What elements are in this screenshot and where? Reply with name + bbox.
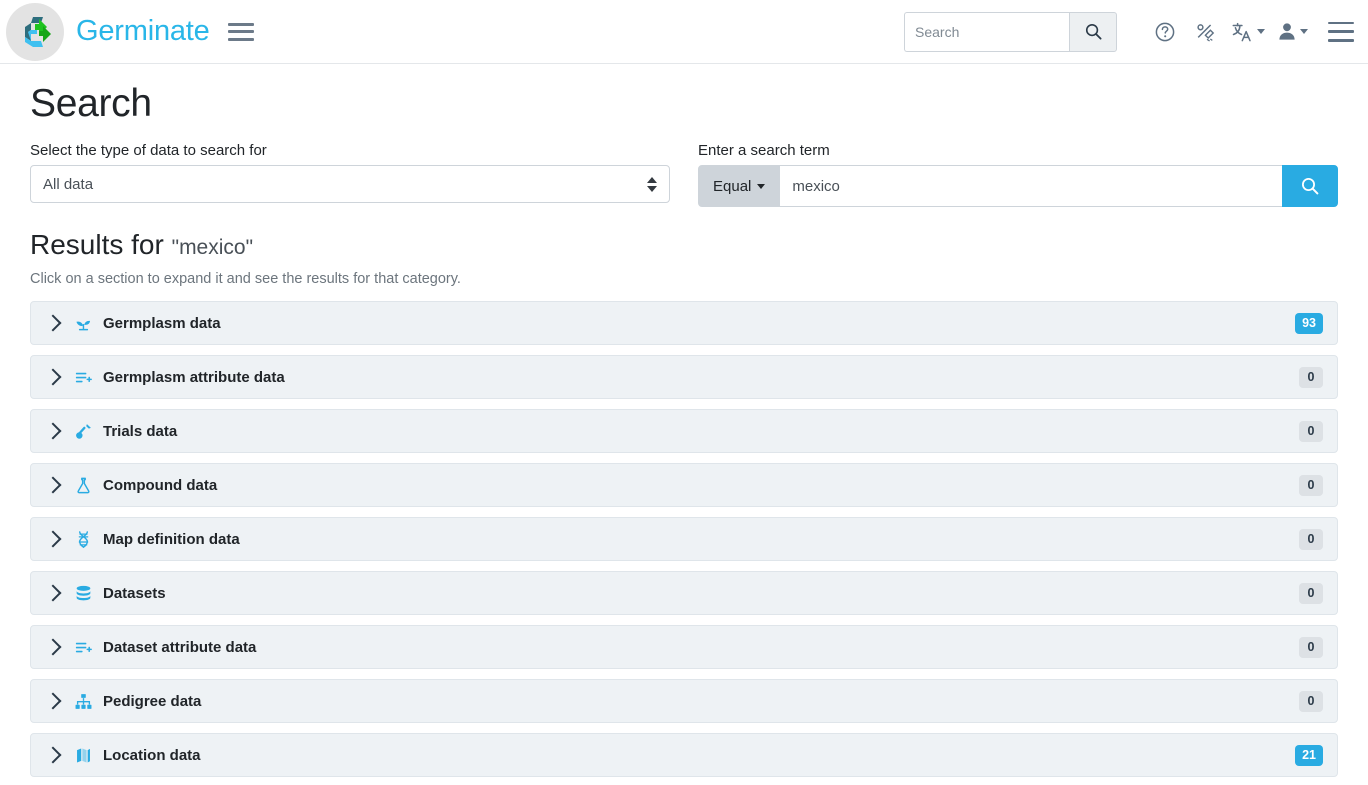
results-heading: Results for "mexico" [30, 229, 1338, 261]
results-accordion: Germplasm data 93 Germplasm attribute data… [30, 301, 1338, 777]
accordion-item[interactable]: Germplasm attribute data 0 [30, 355, 1338, 399]
accordion-item-label: Germplasm data [103, 315, 221, 332]
search-submit-button[interactable] [1282, 165, 1338, 207]
marker-icon[interactable] [1185, 12, 1225, 52]
page-title: Search [30, 82, 1338, 126]
accordion-item-label: Compound data [103, 477, 217, 494]
result-count-badge: 93 [1295, 313, 1323, 334]
seedling-icon [73, 313, 93, 333]
result-count-badge: 0 [1299, 529, 1323, 550]
results-query: "mexico" [172, 236, 253, 259]
chevron-right-icon [45, 585, 62, 602]
chevron-down-icon [1257, 29, 1265, 34]
result-count-badge: 0 [1299, 637, 1323, 658]
accordion-item[interactable]: Compound data 0 [30, 463, 1338, 507]
accordion-item[interactable]: Trials data 0 [30, 409, 1338, 453]
chevron-right-icon [45, 423, 62, 440]
comparator-value: Equal [713, 178, 751, 195]
accordion-item-label: Map definition data [103, 531, 240, 548]
brand-name: Germinate [76, 15, 210, 48]
comparator-dropdown[interactable]: Equal [698, 165, 780, 207]
accordion-item[interactable]: Map definition data 0 [30, 517, 1338, 561]
list-plus-icon [73, 637, 93, 657]
result-count-badge: 21 [1295, 745, 1323, 766]
top-navbar: Germinate [0, 0, 1368, 64]
search-term-group: Equal [698, 165, 1338, 207]
result-count-badge: 0 [1299, 475, 1323, 496]
accordion-item[interactable]: Germplasm data 93 [30, 301, 1338, 345]
data-type-value: All data [43, 176, 93, 193]
search-term-field: Enter a search term Equal [698, 142, 1338, 207]
chevron-down-icon [757, 184, 765, 189]
sidebar-toggle-icon[interactable] [228, 21, 254, 43]
shovel-icon [73, 421, 93, 441]
result-count-badge: 0 [1299, 691, 1323, 712]
accordion-item[interactable]: Location data 21 [30, 733, 1338, 777]
results-hint: Click on a section to expand it and see … [30, 271, 1338, 287]
accordion-item-label: Trials data [103, 423, 177, 440]
chevron-down-icon [1300, 29, 1308, 34]
chevron-right-icon [45, 531, 62, 548]
search-term-input[interactable] [780, 165, 1282, 207]
accordion-item[interactable]: Dataset attribute data 0 [30, 625, 1338, 669]
search-form: Select the type of data to search for Al… [30, 142, 1338, 207]
accordion-item-label: Location data [103, 747, 201, 764]
language-icon[interactable] [1225, 12, 1271, 52]
data-type-select[interactable]: All data [30, 165, 670, 203]
chevron-right-icon [45, 315, 62, 332]
results-heading-text: Results for [30, 229, 164, 260]
navbar-search-button[interactable] [1069, 12, 1117, 52]
list-plus-icon [73, 367, 93, 387]
data-type-label: Select the type of data to search for [30, 142, 670, 159]
result-count-badge: 0 [1299, 583, 1323, 604]
chevron-right-icon [45, 639, 62, 656]
chevron-right-icon [45, 747, 62, 764]
database-icon [73, 583, 93, 603]
accordion-item-label: Germplasm attribute data [103, 369, 285, 386]
accordion-item[interactable]: Datasets 0 [30, 571, 1338, 615]
result-count-badge: 0 [1299, 367, 1323, 388]
accordion-item[interactable]: Pedigree data 0 [30, 679, 1338, 723]
user-icon[interactable] [1271, 12, 1314, 52]
navbar-search-group [904, 12, 1117, 52]
dna-icon [73, 529, 93, 549]
chevron-right-icon [45, 477, 62, 494]
main-menu-icon[interactable] [1328, 22, 1354, 42]
data-type-field: Select the type of data to search for Al… [30, 142, 670, 207]
navbar-search-input[interactable] [904, 12, 1069, 52]
flask-icon [73, 475, 93, 495]
result-count-badge: 0 [1299, 421, 1323, 442]
help-icon[interactable] [1145, 12, 1185, 52]
brand[interactable]: Germinate [6, 3, 210, 61]
accordion-item-label: Pedigree data [103, 693, 201, 710]
germinate-logo-icon [6, 3, 64, 61]
accordion-item-label: Datasets [103, 585, 166, 602]
map-icon [73, 745, 93, 765]
search-term-label: Enter a search term [698, 142, 1338, 159]
sitemap-icon [73, 691, 93, 711]
chevron-right-icon [45, 369, 62, 386]
navbar-actions [904, 12, 1356, 52]
accordion-item-label: Dataset attribute data [103, 639, 256, 656]
page-content: Search Select the type of data to search… [0, 64, 1368, 777]
chevron-right-icon [45, 693, 62, 710]
select-arrows-icon [647, 177, 657, 192]
